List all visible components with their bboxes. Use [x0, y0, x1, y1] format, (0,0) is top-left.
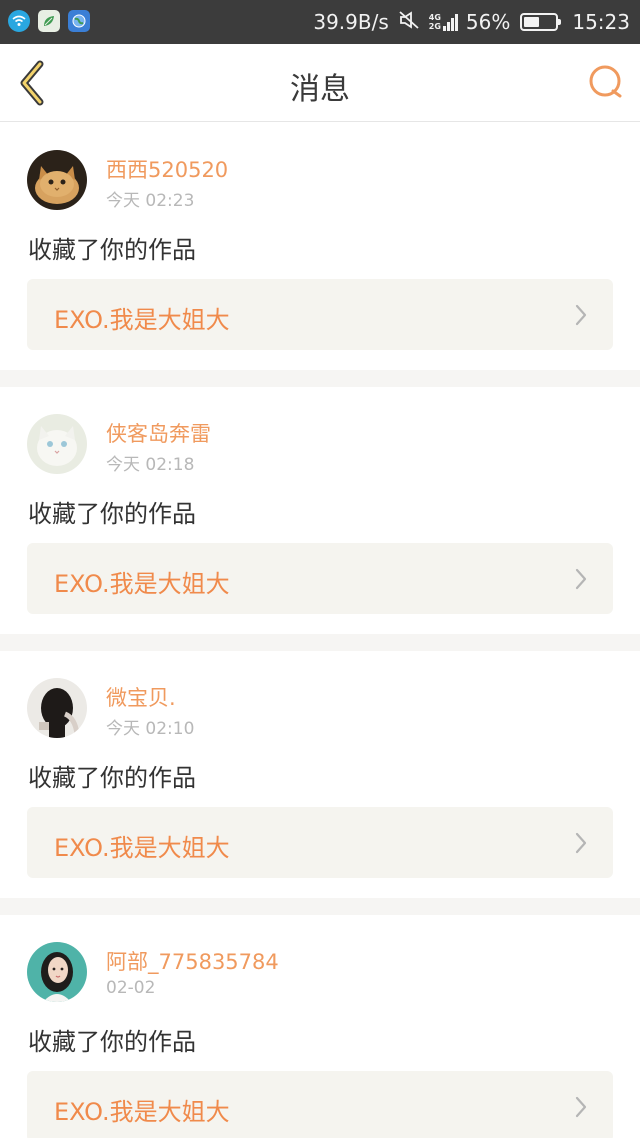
network-label-2g: 2G	[428, 22, 441, 31]
username[interactable]: 侠客岛奔雷	[106, 418, 211, 448]
chevron-right-icon	[575, 832, 587, 854]
nav-header: 消息	[0, 44, 640, 122]
action-text: 收藏了你的作品	[28, 500, 196, 528]
timestamp: 今天 02:23	[106, 191, 195, 211]
battery-percent: 56%	[465, 10, 511, 34]
chevron-right-icon	[575, 1096, 587, 1118]
notification-item: 西西520520 今天 02:23 收藏了你的作品 EXO.我是大姐大	[0, 123, 640, 370]
status-bar: 39.9B/s 4G 2G 56% 15:23	[0, 0, 640, 44]
work-link[interactable]: EXO.我是大姐大	[27, 1071, 613, 1138]
notification-item: 阿部_775835784 02-02 收藏了你的作品 EXO.我是大姐大	[0, 915, 640, 1138]
network-label-4g: 4G	[428, 13, 441, 22]
username[interactable]: 微宝贝.	[106, 682, 176, 712]
avatar[interactable]	[27, 150, 87, 210]
chevron-right-icon	[575, 568, 587, 590]
work-title: EXO.我是大姐大	[54, 1098, 230, 1126]
wifi-app-icon	[8, 10, 30, 32]
work-title: EXO.我是大姐大	[54, 570, 230, 598]
section-divider	[0, 634, 640, 651]
username[interactable]: 西西520520	[106, 154, 228, 184]
mute-icon	[399, 10, 421, 34]
work-title: EXO.我是大姐大	[54, 834, 230, 862]
avatar[interactable]	[27, 942, 87, 1002]
notification-item: 微宝贝. 今天 02:10 收藏了你的作品 EXO.我是大姐大	[0, 651, 640, 898]
notification-list: 西西520520 今天 02:23 收藏了你的作品 EXO.我是大姐大 侠客岛奔…	[0, 123, 640, 1138]
username[interactable]: 阿部_775835784	[106, 946, 279, 976]
timestamp: 02-02	[106, 978, 156, 998]
notification-item: 侠客岛奔雷 今天 02:18 收藏了你的作品 EXO.我是大姐大	[0, 387, 640, 634]
action-text: 收藏了你的作品	[28, 236, 196, 264]
search-button[interactable]	[586, 62, 626, 102]
signal-icon: 4G 2G	[429, 13, 458, 31]
battery-icon	[520, 13, 562, 31]
chevron-right-icon	[575, 304, 587, 326]
timestamp: 今天 02:10	[106, 719, 195, 739]
section-divider	[0, 370, 640, 387]
action-text: 收藏了你的作品	[28, 764, 196, 792]
timestamp: 今天 02:18	[106, 455, 195, 475]
work-link[interactable]: EXO.我是大姐大	[27, 279, 613, 350]
action-text: 收藏了你的作品	[28, 1028, 196, 1056]
avatar[interactable]	[27, 414, 87, 474]
net-speed: 39.9B/s	[313, 10, 389, 34]
page-title: 消息	[290, 72, 350, 107]
work-link[interactable]: EXO.我是大姐大	[27, 543, 613, 614]
work-title: EXO.我是大姐大	[54, 306, 230, 334]
section-divider	[0, 898, 640, 915]
leaf-app-icon	[38, 10, 60, 32]
search-icon	[589, 65, 622, 98]
work-link[interactable]: EXO.我是大姐大	[27, 807, 613, 878]
globe-app-icon	[68, 10, 90, 32]
avatar[interactable]	[27, 678, 87, 738]
clock: 15:23	[572, 10, 630, 34]
